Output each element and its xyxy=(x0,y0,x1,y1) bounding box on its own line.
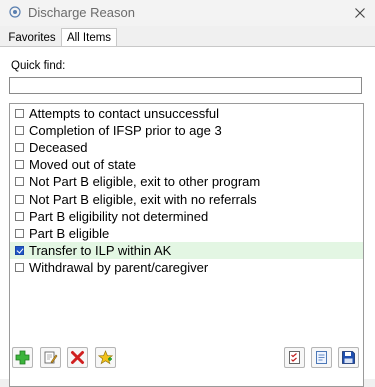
item-label: Not Part B eligible, exit to other progr… xyxy=(29,174,261,190)
close-icon xyxy=(355,8,365,18)
item-checkbox[interactable] xyxy=(15,143,24,153)
reason-list[interactable]: Attempts to contact unsuccessful Completi… xyxy=(9,103,364,387)
tab-all-items[interactable]: All Items xyxy=(61,28,117,47)
tab-favorites[interactable]: Favorites xyxy=(4,28,60,47)
list-item[interactable]: Moved out of state xyxy=(10,156,363,173)
document-button[interactable] xyxy=(311,347,332,368)
list-item[interactable]: Not Part B eligible, exit to other progr… xyxy=(10,173,363,190)
item-checkbox[interactable] xyxy=(15,160,24,170)
item-label: Withdrawal by parent/caregiver xyxy=(29,259,209,275)
add-button[interactable] xyxy=(12,347,33,368)
item-checkbox[interactable] xyxy=(15,245,24,255)
item-checkbox[interactable] xyxy=(15,211,24,221)
item-checkbox[interactable] xyxy=(15,228,24,238)
list-item[interactable]: Attempts to contact unsuccessful xyxy=(10,105,363,122)
list-item[interactable]: Withdrawal by parent/caregiver xyxy=(10,259,363,276)
quick-find-input[interactable] xyxy=(9,77,362,94)
edit-button[interactable] xyxy=(40,347,61,368)
item-label: Completion of IFSP prior to age 3 xyxy=(29,123,222,139)
item-checkbox[interactable] xyxy=(15,126,24,136)
item-checkbox[interactable] xyxy=(15,109,24,118)
window-title: Discharge Reason xyxy=(28,5,135,20)
list-item[interactable]: Part B eligibility not determined xyxy=(10,208,363,225)
item-label: Moved out of state xyxy=(29,157,136,173)
favorite-icon xyxy=(98,350,113,365)
checklist-icon xyxy=(289,351,300,364)
delete-button[interactable] xyxy=(67,347,88,368)
item-label: Part B eligible xyxy=(29,225,110,241)
tab-strip: Favorites All Items xyxy=(0,26,375,47)
document-icon xyxy=(316,351,327,364)
item-label: Deceased xyxy=(29,140,88,156)
add-icon xyxy=(15,350,30,365)
edit-icon xyxy=(44,351,58,364)
list-item[interactable]: Not Part B eligible, exit with no referr… xyxy=(10,191,363,208)
all-items-panel: Quick find: Attempts to contact unsucces… xyxy=(0,47,375,387)
item-label: Not Part B eligible, exit with no referr… xyxy=(29,191,257,207)
title-bar: Discharge Reason xyxy=(0,0,375,26)
item-label: Transfer to ILP within AK xyxy=(29,242,172,258)
item-checkbox[interactable] xyxy=(15,177,24,187)
item-checkbox[interactable] xyxy=(15,262,24,272)
checklist-button[interactable] xyxy=(284,347,305,368)
item-label: Part B eligibility not determined xyxy=(29,208,209,224)
list-item[interactable]: Transfer to ILP within AK xyxy=(10,241,363,259)
item-checkbox[interactable] xyxy=(15,194,24,204)
save-icon xyxy=(342,351,355,364)
delete-icon xyxy=(71,351,84,364)
item-label: Attempts to contact unsuccessful xyxy=(29,106,220,121)
quick-find-label: Quick find: xyxy=(11,60,66,72)
save-button[interactable] xyxy=(338,347,359,368)
app-icon xyxy=(9,6,21,18)
close-button[interactable] xyxy=(347,1,373,25)
list-item[interactable]: Part B eligible xyxy=(10,225,363,242)
list-item[interactable]: Completion of IFSP prior to age 3 xyxy=(10,122,363,139)
favorite-button[interactable] xyxy=(95,347,116,368)
list-item[interactable]: Deceased xyxy=(10,139,363,156)
